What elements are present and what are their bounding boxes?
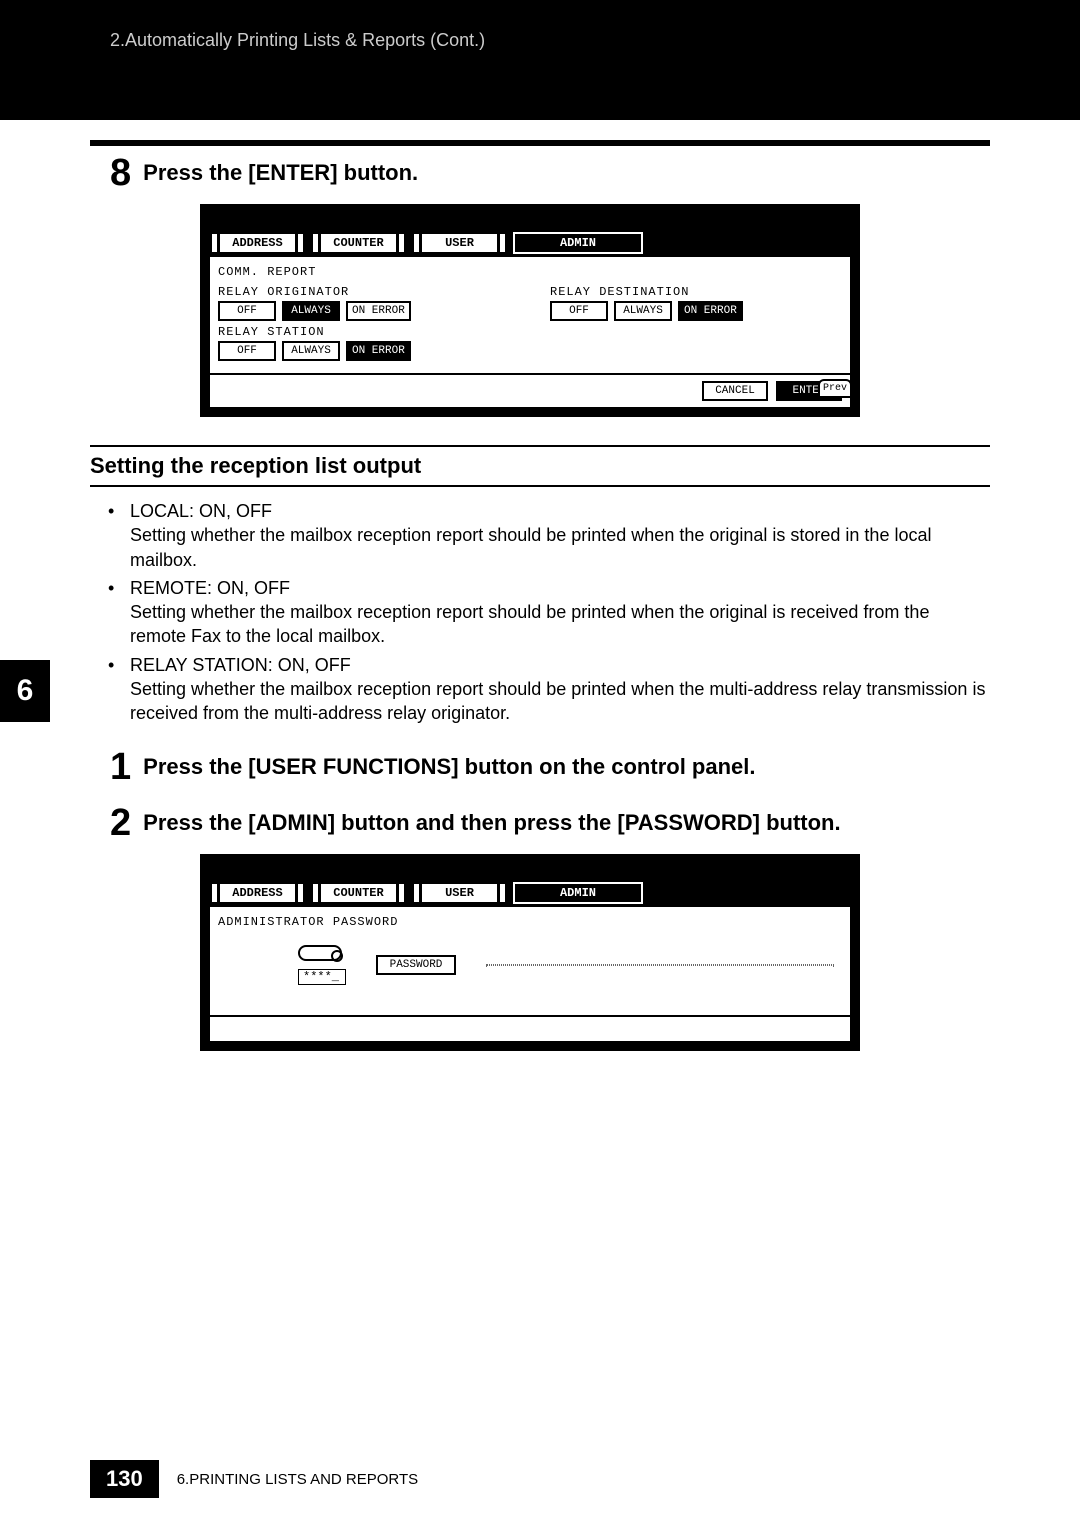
station-always-button[interactable]: ALWAYS <box>282 341 340 361</box>
orig-off-button[interactable]: OFF <box>218 301 276 321</box>
divider <box>90 140 990 146</box>
dest-off-button[interactable]: OFF <box>550 301 608 321</box>
item-head: LOCAL: ON, OFF <box>130 499 990 523</box>
cancel-button[interactable]: CANCEL <box>702 381 768 401</box>
station-onerror-button[interactable]: ON ERROR <box>346 341 411 361</box>
footer-text: 6.PRINTING LISTS AND REPORTS <box>177 1471 418 1488</box>
station-off-button[interactable]: OFF <box>218 341 276 361</box>
tab-user[interactable]: USER <box>412 882 507 904</box>
step-1-number: 1 <box>110 748 131 786</box>
password-value: ****_ <box>298 969 346 985</box>
tab-address[interactable]: ADDRESS <box>210 882 305 904</box>
admin-password-label: ADMINISTRATOR PASSWORD <box>218 915 842 929</box>
step-8-number: 8 <box>110 154 131 192</box>
tab-user[interactable]: USER <box>412 232 507 254</box>
chapter-tab: 6 <box>0 660 50 722</box>
step-2-number: 2 <box>110 804 131 842</box>
tab-counter[interactable]: COUNTER <box>311 882 406 904</box>
item-head: RELAY STATION: ON, OFF <box>130 653 990 677</box>
breadcrumb: 2.Automatically Printing Lists & Reports… <box>110 30 485 51</box>
tab-counter[interactable]: COUNTER <box>311 232 406 254</box>
list-item: RELAY STATION: ON, OFF Setting whether t… <box>102 653 990 726</box>
item-body: Setting whether the mailbox reception re… <box>130 602 929 646</box>
input-line <box>486 964 834 966</box>
bullet-list: LOCAL: ON, OFF Setting whether the mailb… <box>102 499 990 726</box>
step-2-text: Press the [ADMIN] button and then press … <box>143 810 840 836</box>
relay-originator-label: RELAY ORIGINATOR <box>218 285 510 299</box>
relay-station-label: RELAY STATION <box>218 325 510 339</box>
footer-strip <box>210 1017 850 1041</box>
device-screenshot-admin-password: ADDRESS COUNTER USER ADMIN ADMINISTRATOR… <box>200 854 860 1051</box>
step-8-text: Press the [ENTER] button. <box>143 160 418 186</box>
relay-destination-label: RELAY DESTINATION <box>550 285 842 299</box>
device-screenshot-comm-report: ADDRESS COUNTER USER ADMIN COMM. REPORT … <box>200 204 860 417</box>
list-item: REMOTE: ON, OFF Setting whether the mail… <box>102 576 990 649</box>
page-number: 130 <box>90 1460 159 1498</box>
item-head: REMOTE: ON, OFF <box>130 576 990 600</box>
dest-onerror-button[interactable]: ON ERROR <box>678 301 743 321</box>
tab-address[interactable]: ADDRESS <box>210 232 305 254</box>
tab-admin[interactable]: ADMIN <box>513 882 643 904</box>
comm-report-label: COMM. REPORT <box>218 265 842 279</box>
orig-always-button[interactable]: ALWAYS <box>282 301 340 321</box>
step-1-text: Press the [USER FUNCTIONS] button on the… <box>143 754 755 780</box>
item-body: Setting whether the mailbox reception re… <box>130 525 931 569</box>
orig-onerror-button[interactable]: ON ERROR <box>346 301 411 321</box>
password-button[interactable]: PASSWORD <box>376 955 456 975</box>
keyboard-icon <box>298 945 342 961</box>
tab-admin[interactable]: ADMIN <box>513 232 643 254</box>
item-body: Setting whether the mailbox reception re… <box>130 679 985 723</box>
prev-button[interactable]: Prev <box>818 379 852 398</box>
dest-always-button[interactable]: ALWAYS <box>614 301 672 321</box>
section-title: Setting the reception list output <box>90 445 990 487</box>
list-item: LOCAL: ON, OFF Setting whether the mailb… <box>102 499 990 572</box>
